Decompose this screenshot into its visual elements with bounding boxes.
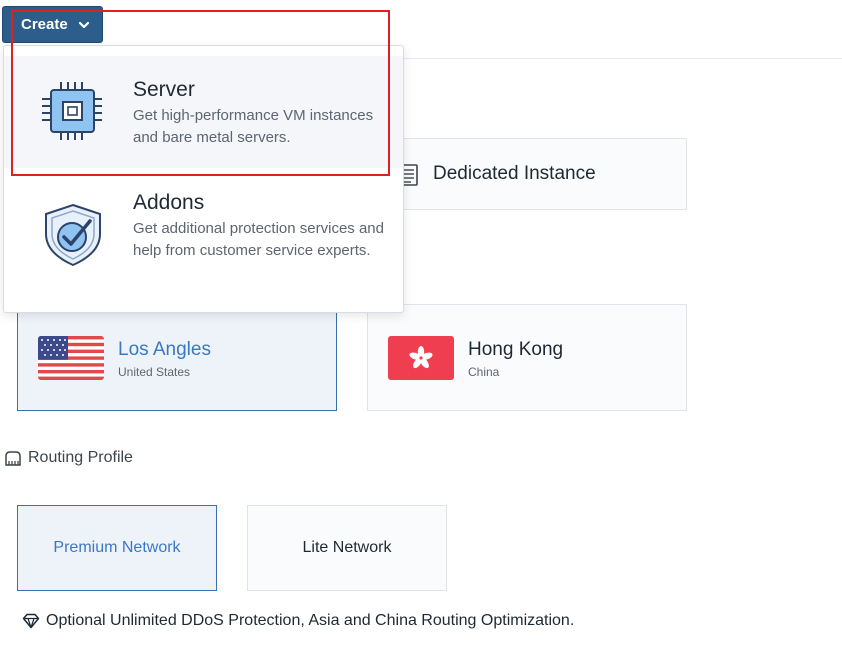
shield-check-icon — [45, 203, 101, 267]
menu-item-addons[interactable]: Addons Get additional protection service… — [4, 181, 403, 301]
lite-network-option[interactable]: Lite Network — [247, 505, 447, 591]
create-dropdown-menu: Server Get high-performance VM instances… — [3, 45, 404, 313]
chevron-down-icon — [78, 21, 89, 28]
location-city: Los Angles — [118, 339, 211, 360]
optional-features-text: Optional Unlimited DDoS Protection, Asia… — [46, 612, 575, 629]
hk-flag-icon — [388, 336, 454, 380]
premium-network-option[interactable]: Premium Network — [17, 505, 217, 591]
premium-network-label: Premium Network — [53, 539, 181, 556]
location-card-hong-kong[interactable]: Hong Kong China — [367, 304, 687, 411]
create-button[interactable]: Create — [2, 6, 103, 43]
cpu-chip-icon — [42, 82, 102, 140]
location-country: United States — [118, 365, 191, 379]
lite-network-label: Lite Network — [302, 539, 392, 556]
menu-item-description: Get high-performance VM instances and ba… — [133, 107, 374, 146]
location-city: Hong Kong — [468, 339, 564, 360]
menu-item-server[interactable]: Server Get high-performance VM instances… — [4, 56, 403, 168]
routing-profile-label: Routing Profile — [28, 449, 133, 466]
us-flag-icon — [38, 336, 104, 380]
diamond-icon — [22, 613, 40, 629]
router-icon — [5, 451, 21, 466]
location-card-los-angles[interactable]: Los Angles United States — [17, 304, 337, 411]
menu-item-title: Server — [133, 78, 195, 101]
create-button-label: Create — [21, 16, 68, 33]
optional-features-note: Optional Unlimited DDoS Protection, Asia… — [22, 612, 574, 630]
location-country: China — [468, 365, 500, 379]
routing-profile-heading: Routing Profile — [4, 449, 133, 467]
dedicated-instance-card[interactable]: Dedicated Instance — [370, 138, 687, 210]
menu-item-title: Addons — [133, 191, 205, 214]
dedicated-instance-label: Dedicated Instance — [433, 163, 596, 184]
menu-item-description: Get additional protection services and h… — [133, 220, 384, 259]
